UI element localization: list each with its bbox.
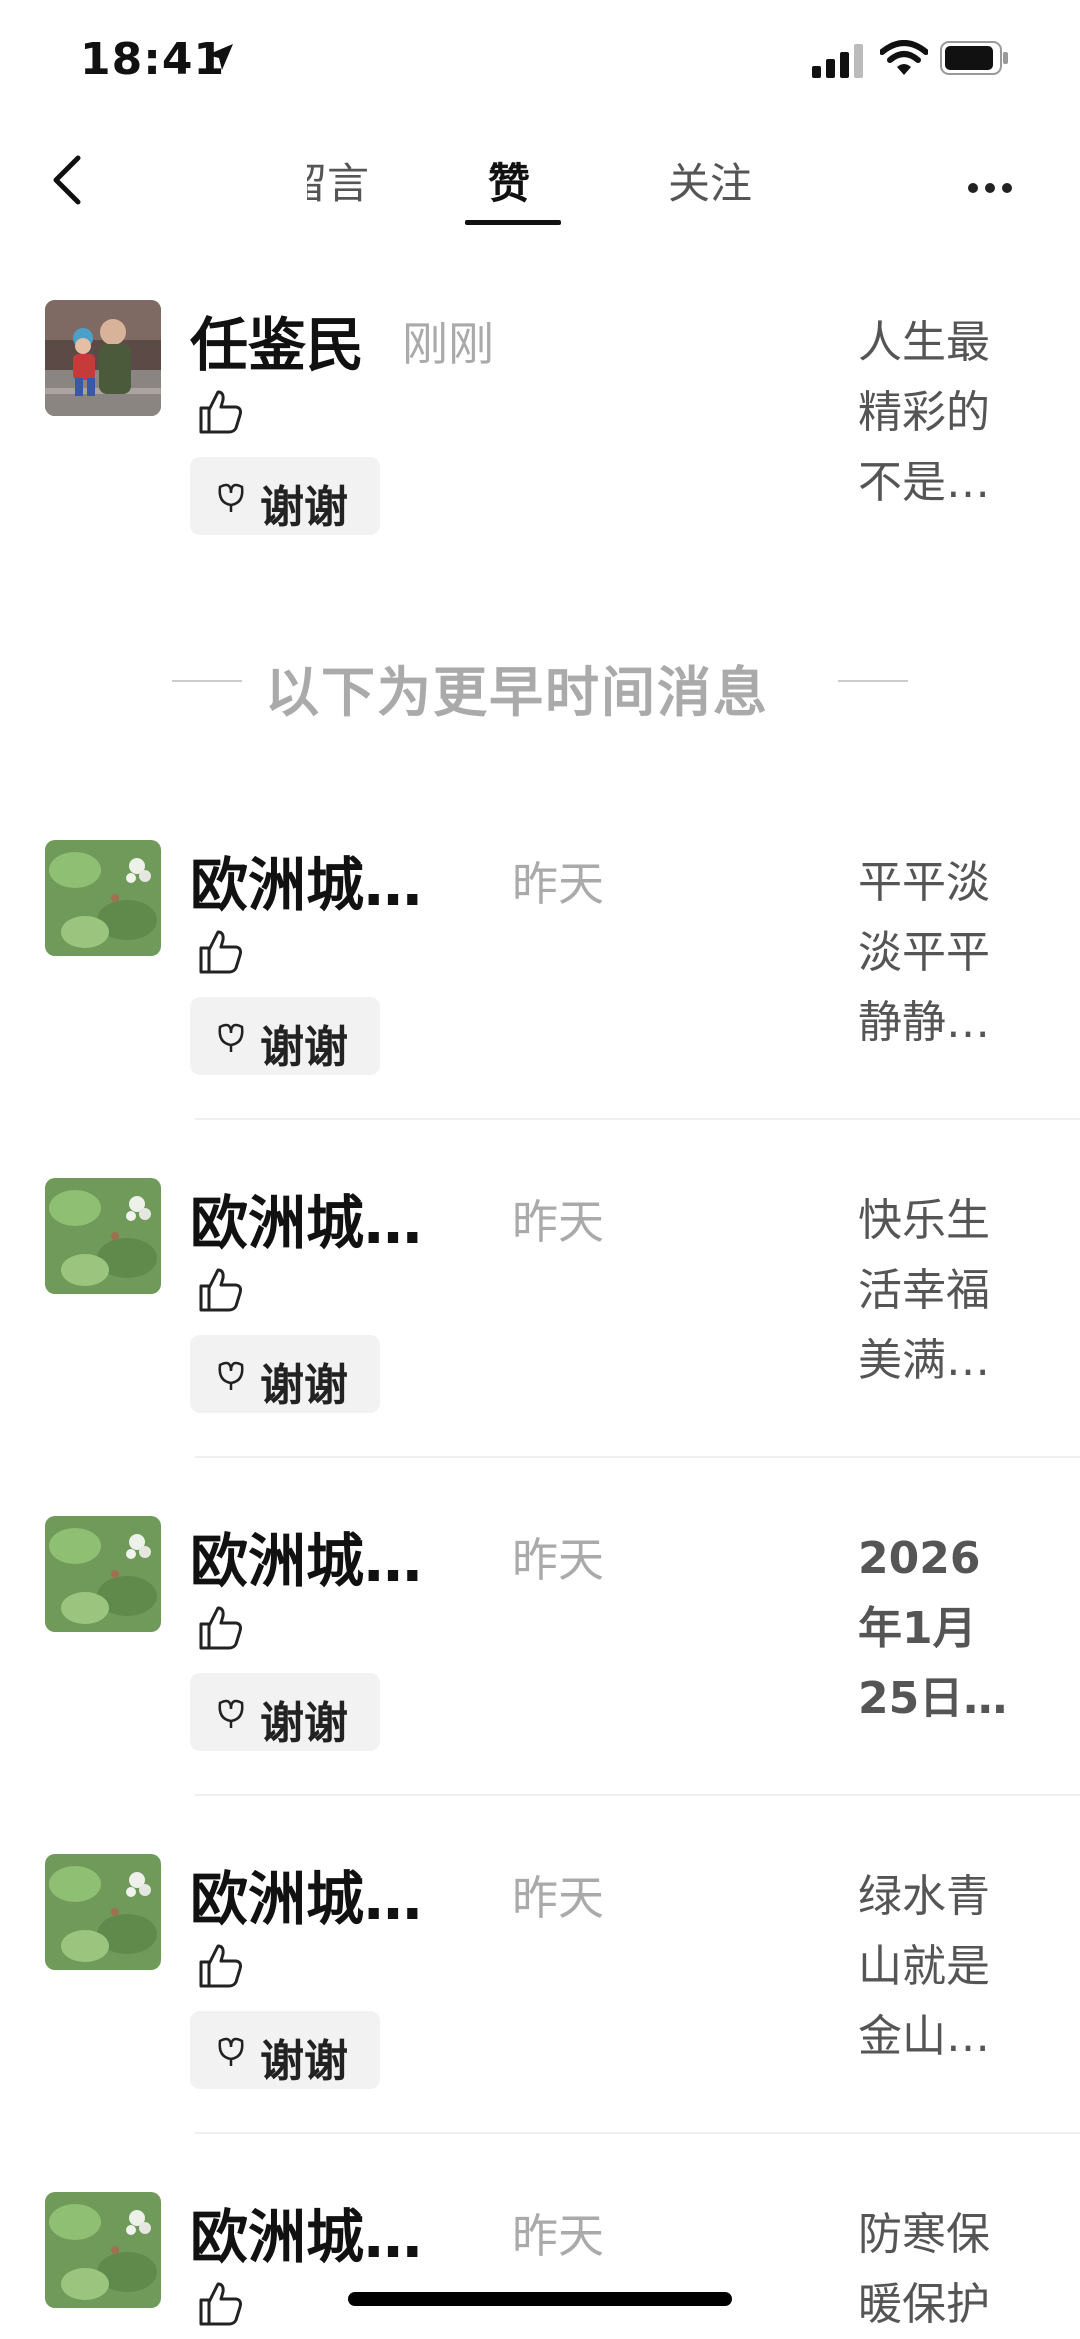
liked-post-preview[interactable]: 平平淡 淡平平 静静… [858,848,1058,1058]
message-time: 昨天 [512,1195,604,1249]
liked-post-preview[interactable]: 人生最 精彩的 不是… [858,308,1058,518]
liked-post-preview[interactable]: 防寒保 暖保护 [858,2200,1058,2339]
thanks-label: 谢谢 [260,1698,348,1749]
tab-comments[interactable]: 留言 [307,150,369,211]
tab-likes[interactable]: 赞 [488,150,530,211]
message-time: 昨天 [512,2209,604,2263]
flower-icon [218,1023,244,1052]
message-time: 昨天 [512,857,604,911]
status-time: 18:41 [80,34,226,85]
thanks-label: 谢谢 [260,2036,348,2087]
sender-name[interactable]: 欧洲城… [190,1514,422,1598]
thanks-label: 谢谢 [260,1360,348,1411]
thumbs-up-icon [199,930,242,974]
divider-line [172,680,242,682]
thanks-button[interactable]: 谢谢 [190,1335,380,1413]
avatar[interactable] [45,1516,161,1632]
avatar[interactable] [45,1854,161,1970]
liked-post-preview[interactable]: 绿水青 山就是 金山… [858,1862,1058,2072]
notification-item: 任鉴民 刚刚 谢谢 人生最 精彩的 不是… [0,300,1080,560]
notification-item: 欧洲城… 昨天 防寒保 暖保护 [0,2192,1080,2339]
sender-name[interactable]: 欧洲城… [190,1176,422,1260]
location-arrow-icon [207,44,233,70]
avatar[interactable] [45,840,161,956]
thumbs-up-icon [199,1606,242,1650]
flower-icon [218,1361,244,1390]
item-separator [195,2132,1080,2134]
sender-name[interactable]: 任鉴民 [190,298,364,382]
item-separator [195,1794,1080,1796]
more-options-icon[interactable] [968,178,1028,198]
battery-icon [940,41,1008,75]
item-separator [195,1118,1080,1120]
divider-line [838,680,908,682]
home-indicator[interactable] [348,2292,732,2306]
avatar[interactable] [45,1178,161,1294]
item-separator [195,1456,1080,1458]
message-time: 刚刚 [402,317,494,371]
sender-name[interactable]: 欧洲城… [190,1852,422,1936]
flower-icon [218,1699,244,1728]
avatar[interactable] [45,300,161,416]
cellular-signal-icon [812,44,863,78]
notification-item: 欧洲城… 昨天 谢谢 2026 年1月 25日… [0,1516,1080,1806]
back-arrow-icon[interactable] [40,150,100,210]
earlier-messages-divider: 以下为更早时间消息 [0,640,1080,724]
liked-post-preview[interactable]: 快乐生 活幸福 美满… [858,1186,1058,1396]
notification-item: 欧洲城… 昨天 谢谢 平平淡 淡平平 静静… [0,840,1080,1130]
thanks-label: 谢谢 [260,482,348,533]
avatar[interactable] [45,2192,161,2308]
notification-item: 欧洲城… 昨天 谢谢 绿水青 山就是 金山… [0,1854,1080,2144]
message-time: 昨天 [512,1871,604,1925]
thanks-label: 谢谢 [260,1022,348,1073]
message-time: 昨天 [512,1533,604,1587]
liked-post-preview[interactable]: 2026 年1月 25日… [858,1524,1058,1734]
status-bar: 18:41 [0,0,1080,120]
thumbs-up-icon [199,1944,242,1988]
thanks-button[interactable]: 谢谢 [190,457,380,535]
thanks-button[interactable]: 谢谢 [190,2011,380,2089]
thumbs-up-icon [199,390,242,434]
thanks-button[interactable]: 谢谢 [190,997,380,1075]
wifi-icon [880,40,928,75]
flower-icon [218,483,244,512]
top-navigation: 留言 赞 关注 [0,130,1080,230]
earlier-messages-label: 以下为更早时间消息 [265,661,769,724]
thanks-button[interactable]: 谢谢 [190,1673,380,1751]
tab-follows[interactable]: 关注 [668,150,752,211]
active-tab-indicator [465,220,561,225]
notification-item: 欧洲城… 昨天 谢谢 快乐生 活幸福 美满… [0,1178,1080,1468]
sender-name[interactable]: 欧洲城… [190,2192,422,2274]
thumbs-up-icon [199,2282,242,2326]
thumbs-up-icon [199,1268,242,1312]
sender-name[interactable]: 欧洲城… [190,838,422,922]
flower-icon [218,2037,244,2066]
